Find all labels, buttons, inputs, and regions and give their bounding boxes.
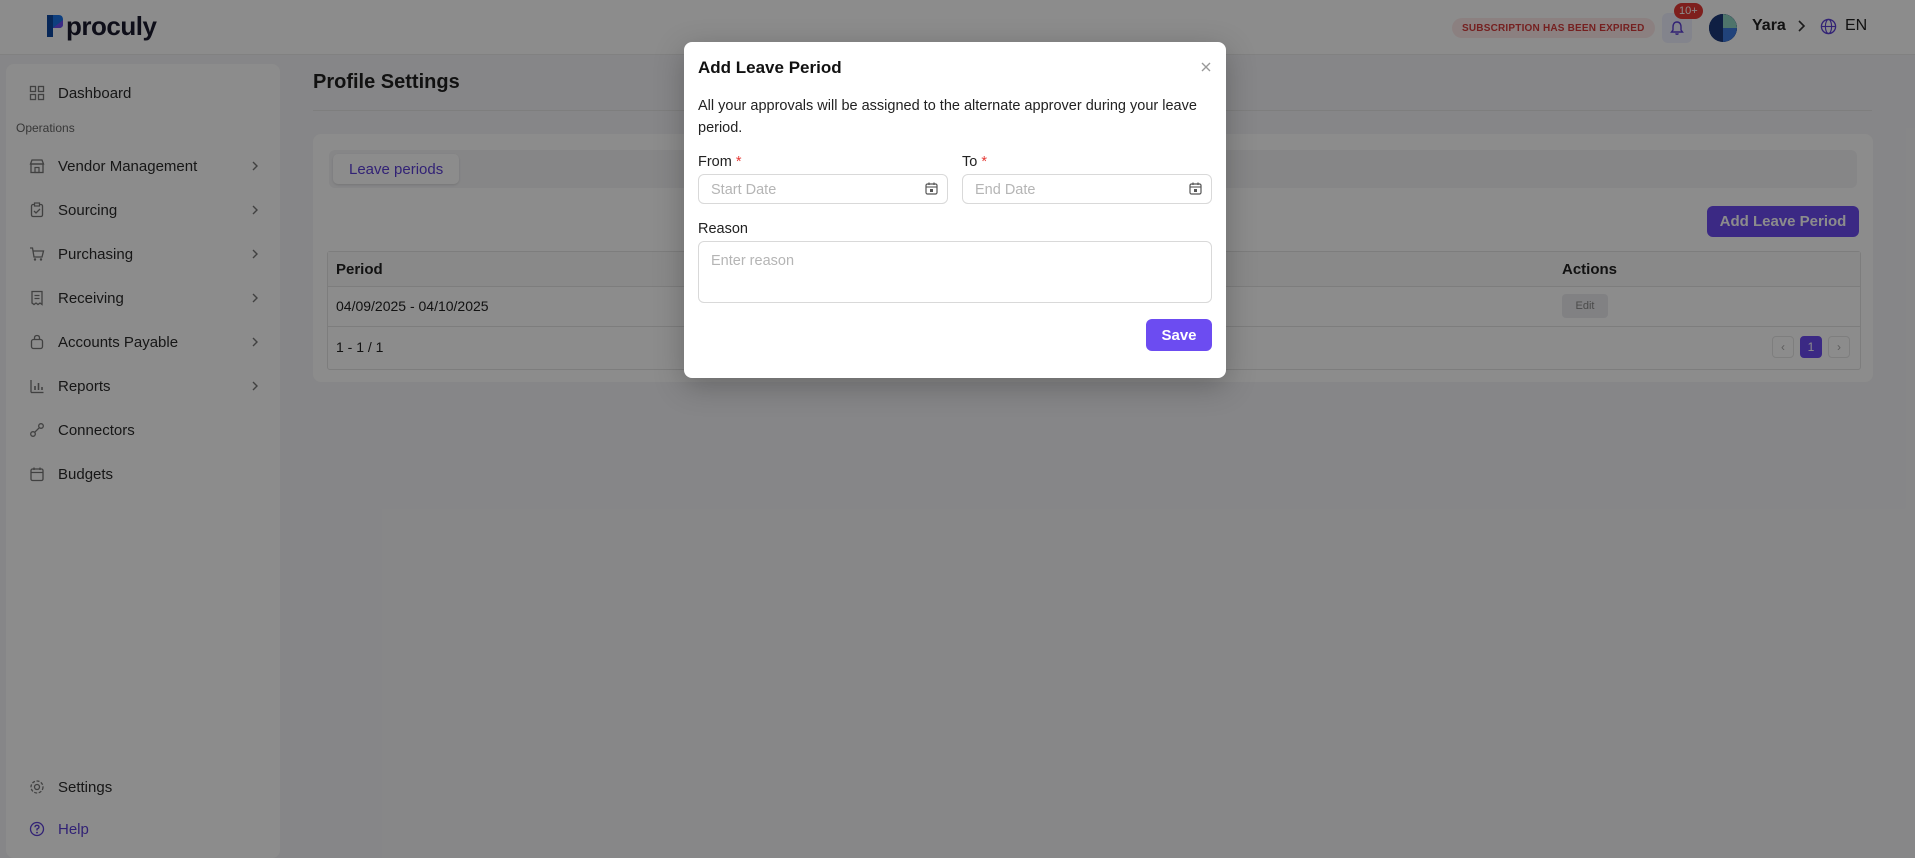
required-mark: * <box>981 154 987 170</box>
close-button[interactable] <box>1198 59 1214 75</box>
from-label: From * <box>698 154 742 170</box>
add-leave-period-modal: Add Leave Period All your approvals will… <box>684 42 1226 378</box>
start-date-input[interactable] <box>709 181 913 199</box>
calendar-icon[interactable] <box>1189 182 1202 200</box>
calendar-icon[interactable] <box>925 182 938 200</box>
modal-description: All your approvals will be assigned to t… <box>698 98 1197 136</box>
close-icon <box>1201 62 1211 72</box>
end-date-field[interactable] <box>962 174 1212 204</box>
required-mark: * <box>735 154 742 170</box>
reason-field[interactable] <box>698 241 1212 303</box>
save-button[interactable]: Save <box>1146 319 1212 351</box>
to-label-text: To <box>962 154 978 170</box>
to-label: To * <box>962 154 987 170</box>
reason-label: Reason <box>698 221 748 237</box>
end-date-input[interactable] <box>973 181 1177 199</box>
start-date-field[interactable] <box>698 174 948 204</box>
modal-title: Add Leave Period <box>698 58 842 77</box>
from-label-text: From <box>698 154 732 170</box>
reason-input[interactable] <box>709 251 1203 295</box>
